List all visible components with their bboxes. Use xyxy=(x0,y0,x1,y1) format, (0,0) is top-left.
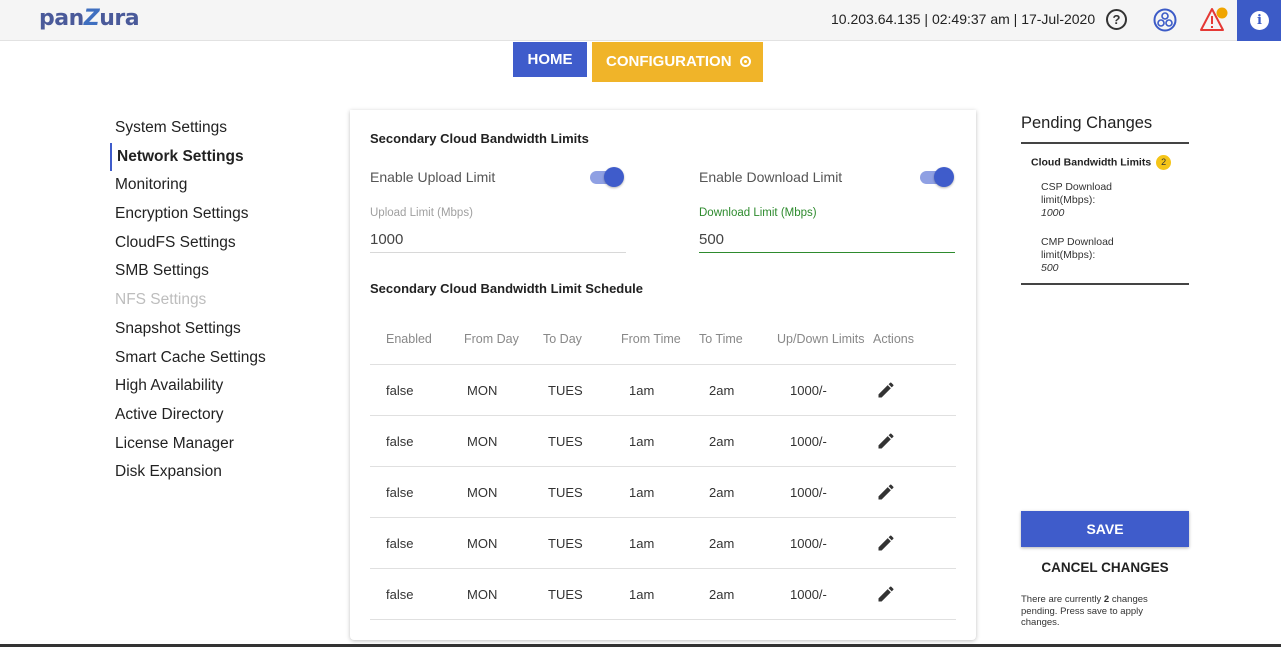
table-cell: 2am xyxy=(709,383,735,398)
table-cell: false xyxy=(386,434,414,449)
table-cell: 2am xyxy=(709,485,735,500)
column-header-from-day: From Day xyxy=(464,332,519,346)
column-header-to-time: To Time xyxy=(699,332,743,346)
download-limit-label: Download Limit (Mbps) xyxy=(699,207,817,219)
edit-icon[interactable] xyxy=(876,533,896,553)
sidebar-item-license-manager[interactable]: License Manager xyxy=(110,430,330,459)
download-limit-input[interactable] xyxy=(699,227,955,253)
table-cell: 1am xyxy=(629,434,655,449)
info-icon: i xyxy=(1250,11,1269,30)
limits-title: Secondary Cloud Bandwidth Limits xyxy=(370,131,589,146)
column-header-enabled: Enabled xyxy=(386,332,432,346)
sidebar-item-smb-settings[interactable]: SMB Settings xyxy=(110,257,330,286)
pending-changes-title: Pending Changes xyxy=(1021,114,1153,132)
ip-time-date-status: 10.203.64.135 | 02:49:37 am | 17-Jul-202… xyxy=(831,11,1096,27)
table-row: false MON TUES 1am 2am 1000/- xyxy=(370,518,956,569)
pending-item: CMP Download limit(Mbps): 500 xyxy=(1041,236,1114,274)
sidebar-item-snapshot-settings[interactable]: Snapshot Settings xyxy=(110,315,330,344)
edit-icon[interactable] xyxy=(876,380,896,400)
upload-limit-input[interactable] xyxy=(370,227,626,253)
table-cell: TUES xyxy=(548,434,583,449)
table-cell: MON xyxy=(467,383,498,398)
schedule-title: Secondary Cloud Bandwidth Limit Schedule xyxy=(370,281,644,296)
table-cell: false xyxy=(386,485,414,500)
table-cell: TUES xyxy=(548,485,583,500)
hub-icon[interactable] xyxy=(1153,8,1177,32)
bandwidth-settings-card: Secondary Cloud Bandwidth Limits Enable … xyxy=(350,110,976,640)
table-row: false MON TUES 1am 2am 1000/- xyxy=(370,365,956,416)
sidebar-item-disk-expansion[interactable]: Disk Expansion xyxy=(110,458,330,487)
edit-icon[interactable] xyxy=(876,584,896,604)
pending-item: CSP Download limit(Mbps): 1000 xyxy=(1041,181,1113,219)
column-header-to-day: To Day xyxy=(543,332,582,346)
edit-icon[interactable] xyxy=(876,482,896,502)
table-cell: MON xyxy=(467,434,498,449)
table-row: false MON TUES 1am 2am 1000/- xyxy=(370,416,956,467)
pending-count-badge: 2 xyxy=(1156,155,1172,170)
top-bar: panZura 10.203.64.135 | 02:49:37 am | 17… xyxy=(0,0,1281,41)
sidebar-item-cloudfs-settings[interactable]: CloudFS Settings xyxy=(110,229,330,258)
upload-limit-toggle[interactable] xyxy=(590,166,624,188)
pending-note: There are currently 2 changes pending. P… xyxy=(1021,594,1148,628)
table-cell: TUES xyxy=(548,383,583,398)
table-cell: TUES xyxy=(548,587,583,602)
table-cell: 2am xyxy=(709,587,735,602)
sidebar-item-monitoring[interactable]: Monitoring xyxy=(110,171,330,200)
table-cell: MON xyxy=(467,536,498,551)
table-cell: false xyxy=(386,587,414,602)
edit-icon[interactable] xyxy=(876,431,896,451)
schedule-table: Enabled From Day To Day From Time To Time Up/… xyxy=(370,315,956,620)
table-cell: 1am xyxy=(629,485,655,500)
table-cell: false xyxy=(386,536,414,551)
sidebar-item-active-directory[interactable]: Active Directory xyxy=(110,401,330,430)
home-tab[interactable]: HOME xyxy=(513,42,587,77)
pending-group-label: Cloud Bandwidth Limits 2 xyxy=(1031,155,1172,170)
settings-sidebar: System Settings Network Settings Monitorin… xyxy=(110,114,330,487)
table-cell: 1000/- xyxy=(790,485,827,500)
configuration-tab[interactable]: CONFIGURATION xyxy=(592,42,763,82)
column-header-actions: Actions xyxy=(873,332,914,346)
sidebar-item-smart-cache-settings[interactable]: Smart Cache Settings xyxy=(110,344,330,373)
table-cell: 1am xyxy=(629,383,655,398)
configuration-indicator-icon xyxy=(739,56,751,67)
sidebar-item-encryption-settings[interactable]: Encryption Settings xyxy=(110,200,330,229)
table-cell: 1am xyxy=(629,587,655,602)
sidebar-item-high-availability[interactable]: High Availability xyxy=(110,372,330,401)
table-cell: MON xyxy=(467,587,498,602)
table-cell: 1am xyxy=(629,536,655,551)
save-button[interactable]: SAVE xyxy=(1021,511,1189,547)
table-cell: 1000/- xyxy=(790,434,827,449)
column-header-from-time: From Time xyxy=(621,332,681,346)
help-icon[interactable]: ? xyxy=(1106,9,1127,30)
download-toggle-label: Enable Download Limit xyxy=(699,169,843,185)
table-cell: 1000/- xyxy=(790,536,827,551)
table-cell: false xyxy=(386,383,414,398)
table-cell: 1000/- xyxy=(790,587,827,602)
info-button[interactable]: i xyxy=(1237,0,1281,41)
table-header: Enabled From Day To Day From Time To Time Up/… xyxy=(370,315,956,365)
sidebar-item-system-settings[interactable]: System Settings xyxy=(110,114,330,143)
table-row: false MON TUES 1am 2am 1000/- xyxy=(370,467,956,518)
table-row: false MON TUES 1am 2am 1000/- xyxy=(370,569,956,620)
alert-icon[interactable] xyxy=(1200,6,1228,34)
upload-limit-label: Upload Limit (Mbps) xyxy=(370,207,473,219)
column-header-up-down-limits: Up/Down Limits xyxy=(777,332,865,346)
table-cell: 2am xyxy=(709,434,735,449)
table-cell: MON xyxy=(467,485,498,500)
cancel-changes-button[interactable]: CANCEL CHANGES xyxy=(1021,555,1189,579)
download-limit-toggle[interactable] xyxy=(920,166,954,188)
sidebar-item-nfs-settings: NFS Settings xyxy=(115,291,207,309)
table-body: false MON TUES 1am 2am 1000/- false MON TUES 1am 2… xyxy=(370,365,956,620)
panzura-logo[interactable]: panZura xyxy=(39,6,140,31)
pending-changes-list: Cloud Bandwidth Limits 2 CSP Download lim… xyxy=(1021,142,1189,285)
upload-toggle-label: Enable Upload Limit xyxy=(370,169,496,185)
table-cell: 2am xyxy=(709,536,735,551)
table-cell: 1000/- xyxy=(790,383,827,398)
table-cell: TUES xyxy=(548,536,583,551)
sidebar-item-network-settings[interactable]: Network Settings xyxy=(110,142,330,172)
